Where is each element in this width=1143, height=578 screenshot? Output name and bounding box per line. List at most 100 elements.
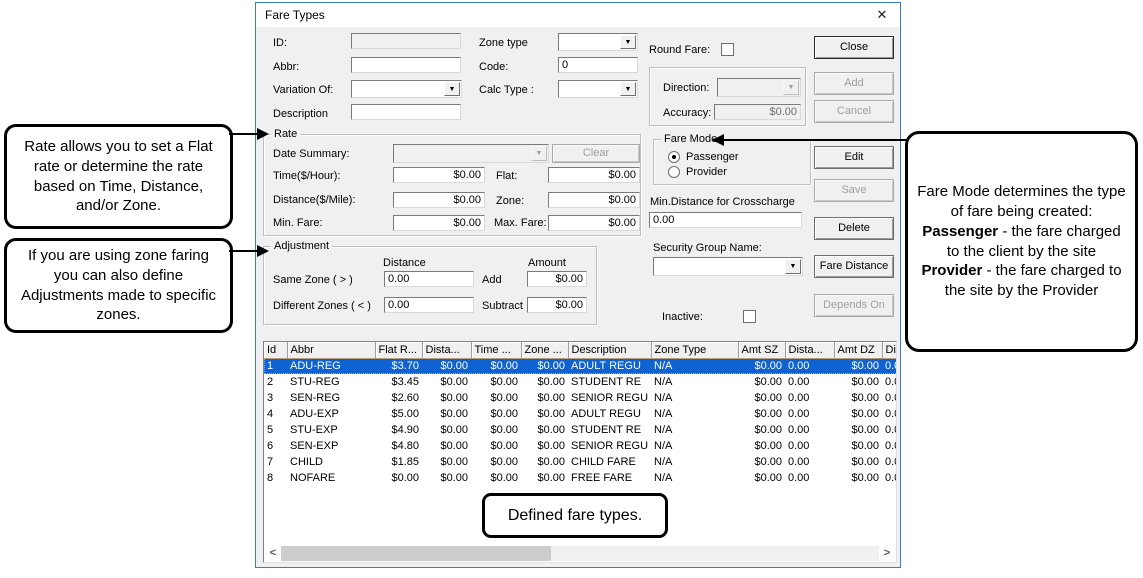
fare-types-table: IdAbbrFlat R...Dista...Time ...Zone ...D… [264, 342, 897, 486]
scroll-right-icon[interactable]: > [879, 546, 895, 561]
column-header[interactable]: Time ... [471, 342, 521, 358]
id-label: ID: [273, 37, 287, 49]
distance-label: Distance($/Mile): [273, 194, 356, 206]
zone-field[interactable]: $0.00 [548, 192, 640, 208]
close-button[interactable]: Close [814, 36, 894, 59]
table-cell: N/A [651, 374, 738, 390]
variation-of-combobox[interactable]: ▼ [351, 80, 462, 98]
inactive-checkbox[interactable] [743, 310, 756, 323]
table-row[interactable]: 8NOFARE$0.00$0.00$0.00$0.00FREE FAREN/A$… [264, 470, 897, 486]
column-header[interactable]: Zone ... [521, 342, 568, 358]
close-icon[interactable]: ✕ [874, 7, 890, 23]
code-field[interactable]: 0 [558, 57, 638, 73]
chevron-down-icon: ▼ [531, 146, 547, 161]
dialog-titlebar[interactable]: Fare Types ✕ [256, 3, 900, 27]
column-header[interactable]: Description [568, 342, 651, 358]
zone-type-combobox[interactable]: ▼ [558, 33, 638, 51]
chevron-down-icon[interactable]: ▼ [620, 35, 636, 49]
table-row[interactable]: 1ADU-REG$3.70$0.00$0.00$0.00ADULT REGUN/… [264, 358, 897, 374]
max-fare-field[interactable]: $0.00 [548, 215, 640, 231]
table-cell: $4.80 [375, 438, 422, 454]
table-cell: $0.00 [834, 374, 882, 390]
table-cell: $0.00 [521, 454, 568, 470]
flat-field[interactable]: $0.00 [548, 167, 640, 183]
table-cell: SENIOR REGU [568, 438, 651, 454]
chevron-down-icon[interactable]: ▼ [620, 82, 636, 96]
table-cell: 0.00 [882, 422, 897, 438]
passenger-radio[interactable] [668, 151, 680, 163]
round-fare-label: Round Fare: [649, 44, 710, 56]
table-row[interactable]: 2STU-REG$3.45$0.00$0.00$0.00STUDENT REN/… [264, 374, 897, 390]
table-cell: $0.00 [422, 454, 471, 470]
description-field[interactable] [351, 104, 461, 120]
table-cell: $0.00 [375, 470, 422, 486]
table-cell: $1.85 [375, 454, 422, 470]
add-amount-field[interactable]: $0.00 [527, 271, 587, 287]
table-cell: SEN-REG [287, 390, 375, 406]
table-cell: $3.45 [375, 374, 422, 390]
column-header[interactable]: Abbr [287, 342, 375, 358]
chevron-down-icon: ▼ [783, 80, 799, 95]
table-row[interactable]: 7CHILD$1.85$0.00$0.00$0.00CHILD FAREN/A$… [264, 454, 897, 470]
table-row[interactable]: 4ADU-EXP$5.00$0.00$0.00$0.00ADULT REGUN/… [264, 406, 897, 422]
table-cell: $0.00 [422, 358, 471, 374]
fare-mode-callout-arrow-line [724, 139, 907, 141]
column-header[interactable]: Id [264, 342, 287, 358]
subtract-amount-field[interactable]: $0.00 [527, 297, 587, 313]
table-row[interactable]: 5STU-EXP$4.90$0.00$0.00$0.00STUDENT REN/… [264, 422, 897, 438]
table-cell: $0.00 [471, 374, 521, 390]
clear-button: Clear [552, 144, 640, 163]
edit-button[interactable]: Edit [814, 146, 894, 169]
table-row[interactable]: 3SEN-REG$2.60$0.00$0.00$0.00SENIOR REGUN… [264, 390, 897, 406]
column-header[interactable]: Dista... [882, 342, 897, 358]
column-header[interactable]: Amt SZ [738, 342, 785, 358]
column-header[interactable]: Flat R... [375, 342, 422, 358]
column-header[interactable]: Dista... [422, 342, 471, 358]
table-header-row[interactable]: IdAbbrFlat R...Dista...Time ...Zone ...D… [264, 342, 897, 358]
passenger-radio-label[interactable]: Passenger [686, 151, 739, 163]
horizontal-scrollbar[interactable]: < > [265, 546, 895, 561]
different-zones-label: Different Zones ( < ) [273, 300, 371, 312]
table-cell: STUDENT RE [568, 422, 651, 438]
different-zones-field[interactable]: 0.00 [384, 297, 474, 313]
scroll-left-icon[interactable]: < [265, 546, 281, 561]
fare-table-body: 1ADU-REG$3.70$0.00$0.00$0.00ADULT REGUN/… [264, 358, 897, 486]
scrollbar-thumb[interactable] [281, 546, 551, 561]
chevron-down-icon[interactable]: ▼ [785, 259, 801, 274]
table-cell: $0.00 [422, 438, 471, 454]
table-cell: $0.00 [834, 358, 882, 374]
abbr-field[interactable] [351, 57, 461, 73]
table-cell: 2 [264, 374, 287, 390]
round-fare-checkbox[interactable] [721, 43, 734, 56]
same-zone-field[interactable]: 0.00 [384, 271, 474, 287]
table-cell: STU-EXP [287, 422, 375, 438]
distance-field[interactable]: $0.00 [393, 192, 485, 208]
crosscharge-field[interactable]: 0.00 [649, 212, 802, 228]
table-row[interactable]: 6SEN-EXP$4.80$0.00$0.00$0.00SENIOR REGUN… [264, 438, 897, 454]
inactive-label: Inactive: [662, 311, 703, 323]
table-cell: $0.00 [521, 358, 568, 374]
flat-label: Flat: [496, 170, 517, 182]
cancel-button: Cancel [814, 100, 894, 123]
adjustment-callout-text: If you are using zone faring you can als… [15, 246, 222, 325]
table-cell: 0.00 [785, 422, 834, 438]
provider-radio[interactable] [668, 166, 680, 178]
min-fare-field[interactable]: $0.00 [393, 215, 485, 231]
fare-distance-button[interactable]: Fare Distance [814, 255, 894, 278]
fare-mode-callout-arrow-icon [712, 134, 724, 146]
rate-callout-arrow-icon [257, 128, 269, 140]
column-header[interactable]: Amt DZ [834, 342, 882, 358]
table-cell: $0.00 [422, 374, 471, 390]
min-fare-label: Min. Fare: [273, 217, 323, 229]
chevron-down-icon[interactable]: ▼ [444, 82, 460, 96]
delete-button[interactable]: Delete [814, 217, 894, 240]
calc-type-label: Calc Type : [479, 84, 534, 96]
column-header[interactable]: Dista... [785, 342, 834, 358]
provider-radio-label[interactable]: Provider [686, 166, 727, 178]
time-field[interactable]: $0.00 [393, 167, 485, 183]
defined-fare-types-text: Defined fare types. [508, 505, 642, 526]
table-cell: $0.00 [521, 390, 568, 406]
column-header[interactable]: Zone Type [651, 342, 738, 358]
calc-type-combobox[interactable]: ▼ [558, 80, 638, 98]
security-group-combobox[interactable]: ▼ [653, 257, 803, 276]
